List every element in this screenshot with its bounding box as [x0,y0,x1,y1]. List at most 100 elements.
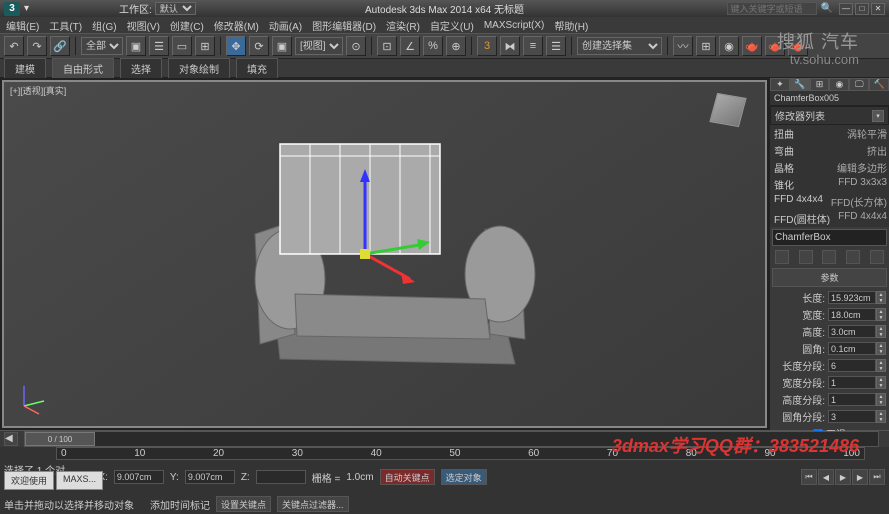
pivot-button[interactable]: ⊙ [346,36,366,56]
curve-editor-button[interactable]: 〰 [673,36,693,56]
mod-lattice[interactable]: 晶格 [772,160,837,175]
mod-extrude[interactable]: 挤出 [867,143,887,158]
menu-help[interactable]: 帮助(H) [550,17,592,34]
welcome-tab[interactable]: 欢迎使用 [4,471,54,490]
menu-edit[interactable]: 编辑(E) [2,17,43,34]
angle-snap-button[interactable]: ∠ [400,36,420,56]
schematic-button[interactable]: ⊞ [696,36,716,56]
app-logo-icon[interactable]: 3 [4,2,20,16]
setkey-button[interactable]: 设置关键点 [216,496,271,512]
mod-ffdcyl[interactable]: FFD(圆柱体) [772,211,838,226]
scale-button[interactable]: ▣ [272,36,292,56]
modifier-stack[interactable]: ChamferBox [772,229,887,246]
hseg-spinner[interactable]: ▲▼ [876,393,886,406]
render-setup-button[interactable]: 🫖 [742,36,762,56]
tab-objectpaint[interactable]: 对象绘制 [168,58,230,78]
redo-button[interactable]: ↷ [27,36,47,56]
utilities-tab-icon[interactable]: 🔨 [869,78,889,91]
menu-create[interactable]: 创建(C) [166,17,208,34]
fillet-spinner[interactable]: ▲▼ [876,342,886,355]
close-button[interactable]: ✕ [871,3,885,15]
minimize-button[interactable]: — [839,3,853,15]
unique-icon[interactable] [822,250,836,264]
selected-button[interactable]: 选定对象 [441,469,487,485]
mod-ffd444[interactable]: FFD 4x4x4 [772,194,831,209]
maximize-button[interactable]: □ [855,3,869,15]
remove-mod-icon[interactable] [846,250,860,264]
play-button[interactable]: ▶ [835,469,851,485]
workspace-select[interactable]: 默认 [155,2,196,15]
fseg-spinner[interactable]: ▲▼ [876,410,886,423]
spinner-snap-button[interactable]: ⊕ [446,36,466,56]
menu-group[interactable]: 组(G) [88,17,120,34]
window-crossing-button[interactable]: ⊞ [195,36,215,56]
height-spinner[interactable]: ▲▼ [876,325,886,338]
menu-graph[interactable]: 图形编辑器(D) [308,17,380,34]
hseg-input[interactable] [828,393,876,406]
viewport-model[interactable] [185,114,585,394]
time-slider-thumb[interactable]: 0 / 100 [25,432,95,446]
maxs-tab[interactable]: MAXS... [56,471,103,490]
create-tab-icon[interactable]: ✦ [770,78,790,91]
menu-tools[interactable]: 工具(T) [45,17,86,34]
named-sel-button[interactable]: 3 [477,36,497,56]
modify-tab-icon[interactable]: 🔧 [790,78,810,91]
perspective-viewport[interactable]: [+][透视][真实] [2,80,767,428]
move-button[interactable]: ✥ [226,36,246,56]
goto-end-button[interactable]: ⏭ [869,469,885,485]
timeline-menu-icon[interactable]: ◀ [4,432,18,446]
lseg-input[interactable] [828,359,876,372]
snap-toggle[interactable]: ⊡ [377,36,397,56]
view-cube[interactable] [708,90,753,135]
menu-arrow-icon[interactable]: ▾ [24,3,29,14]
link-button[interactable]: 🔗 [50,36,70,56]
help-search-input[interactable] [727,2,817,15]
x-input[interactable] [114,470,164,484]
mod-ffd444b[interactable]: FFD 4x4x4 [838,211,887,226]
mod-ffdbox[interactable]: FFD(长方体) [831,194,887,209]
mod-turbosmooth[interactable]: 涡轮平滑 [847,126,887,141]
align-button[interactable]: ≡ [523,36,543,56]
tab-modeling[interactable]: 建模 [4,58,46,78]
menu-render[interactable]: 渲染(R) [382,17,424,34]
length-input[interactable] [828,291,876,304]
menu-maxscript[interactable]: MAXScript(X) [480,19,549,32]
motion-tab-icon[interactable]: ◉ [829,78,849,91]
prev-frame-button[interactable]: ◀ [818,469,834,485]
wseg-input[interactable] [828,376,876,389]
undo-button[interactable]: ↶ [4,36,24,56]
height-input[interactable] [828,325,876,338]
rollout-parameters[interactable]: 参数 [772,268,887,287]
mod-taper[interactable]: 锥化 [772,177,838,192]
search-icon[interactable]: 🔍 [821,3,833,14]
goto-start-button[interactable]: ⏮ [801,469,817,485]
tab-populate[interactable]: 填充 [236,58,278,78]
mirror-button[interactable]: ⧓ [500,36,520,56]
keyfilter-button[interactable]: 关键点过滤器... [277,496,349,512]
layers-button[interactable]: ☰ [546,36,566,56]
display-tab-icon[interactable]: 🖵 [849,78,869,91]
object-name-field[interactable]: ChamferBox005 [770,91,889,106]
select-name-button[interactable]: ☰ [149,36,169,56]
mod-ffd333[interactable]: FFD 3x3x3 [838,177,887,192]
stack-item-chamferbox[interactable]: ChamferBox [775,232,831,243]
rect-select-button[interactable]: ▭ [172,36,192,56]
fseg-input[interactable] [828,410,876,423]
lseg-spinner[interactable]: ▲▼ [876,359,886,372]
hierarchy-tab-icon[interactable]: ⊞ [810,78,830,91]
viewport-label[interactable]: [+][透视][真实] [10,84,66,97]
y-input[interactable] [185,470,235,484]
z-input[interactable] [256,470,306,484]
pin-stack-icon[interactable] [775,250,789,264]
show-end-icon[interactable] [799,250,813,264]
tab-freeform[interactable]: 自由形式 [52,58,114,78]
rotate-button[interactable]: ⟳ [249,36,269,56]
mod-twist[interactable]: 扭曲 [772,126,847,141]
menu-modifier[interactable]: 修改器(M) [210,17,263,34]
select-button[interactable]: ▣ [126,36,146,56]
ref-coord-select[interactable]: [视图] [295,37,343,55]
selection-filter[interactable]: 全部 [81,37,123,55]
next-frame-button[interactable]: ▶ [852,469,868,485]
menu-animation[interactable]: 动画(A) [265,17,306,34]
config-icon[interactable] [870,250,884,264]
